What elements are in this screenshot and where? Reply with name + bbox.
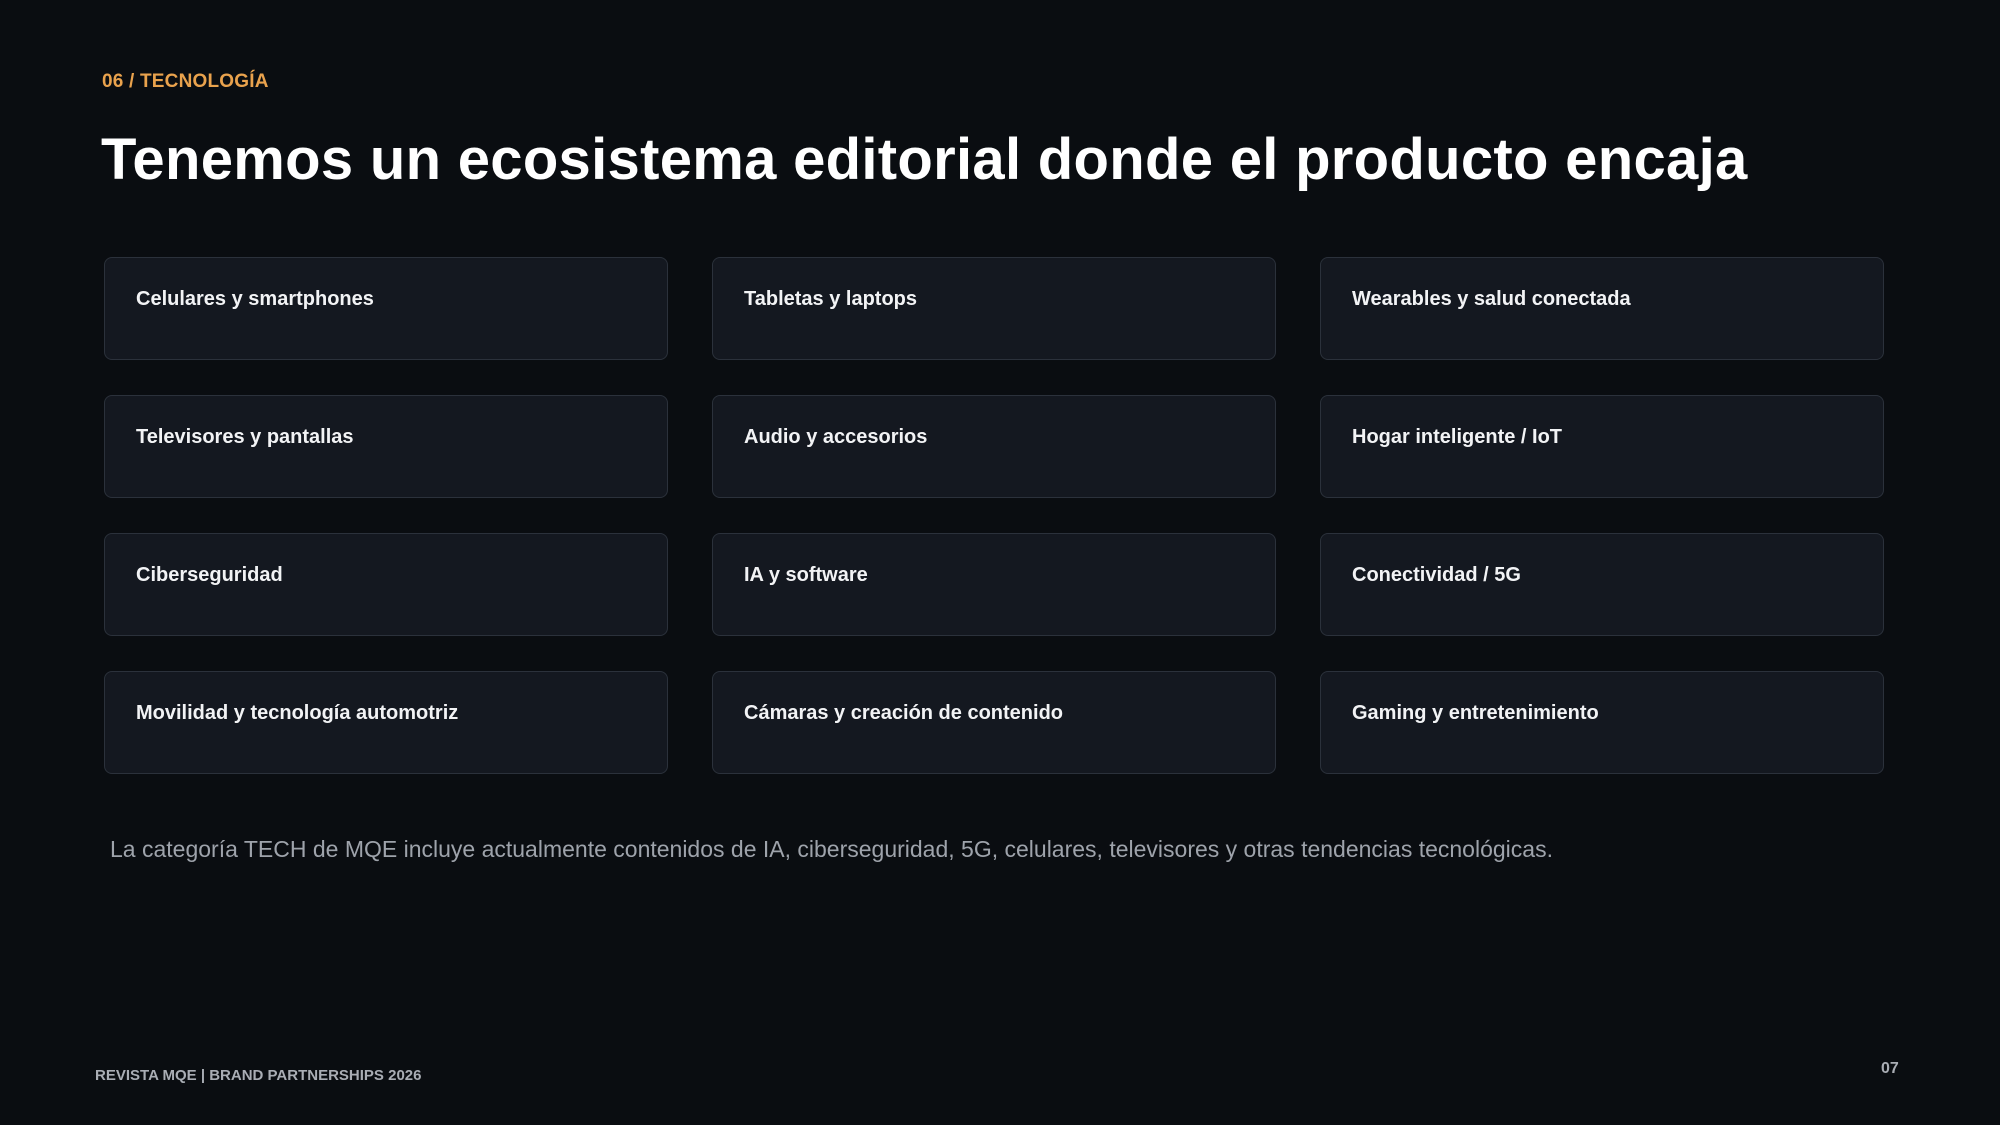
category-label: Audio y accesorios xyxy=(744,426,928,448)
category-card-televisores: Televisores y pantallas xyxy=(104,395,668,498)
category-card-conectividad: Conectividad / 5G xyxy=(1320,533,1884,636)
category-card-audio: Audio y accesorios xyxy=(712,395,1276,498)
slide: 06 / TECNOLOGÍA Tenemos un ecosistema ed… xyxy=(0,0,2000,1125)
category-note: La categoría TECH de MQE incluye actualm… xyxy=(110,836,1553,862)
category-label: Wearables y salud conectada xyxy=(1352,288,1631,310)
category-label: Gaming y entretenimiento xyxy=(1352,702,1599,724)
category-grid: Celulares y smartphones Tabletas y lapto… xyxy=(104,257,1884,774)
category-label: IA y software xyxy=(744,564,868,586)
footer-brand: REVISTA MQE | BRAND PARTNERSHIPS 2026 xyxy=(95,1067,422,1084)
category-card-ia: IA y software xyxy=(712,533,1276,636)
category-card-tabletas: Tabletas y laptops xyxy=(712,257,1276,360)
category-label: Conectividad / 5G xyxy=(1352,564,1521,586)
category-label: Cámaras y creación de contenido xyxy=(744,702,1064,724)
category-label: Celulares y smartphones xyxy=(136,288,374,310)
category-card-gaming: Gaming y entretenimiento xyxy=(1320,671,1884,774)
page-number: 07 xyxy=(1881,1060,1899,1077)
section-eyebrow: 06 / TECNOLOGÍA xyxy=(102,71,269,92)
category-card-wearables: Wearables y salud conectada xyxy=(1320,257,1884,360)
category-label: Movilidad y tecnología automotriz xyxy=(136,702,459,724)
category-card-movilidad: Movilidad y tecnología automotriz xyxy=(104,671,668,774)
category-card-hogar: Hogar inteligente / IoT xyxy=(1320,395,1884,498)
category-label: Hogar inteligente / IoT xyxy=(1352,426,1563,448)
page-title: Tenemos un ecosistema editorial donde el… xyxy=(101,127,1748,192)
category-card-camaras: Cámaras y creación de contenido xyxy=(712,671,1276,774)
category-label: Tabletas y laptops xyxy=(744,288,918,310)
category-card-celulares: Celulares y smartphones xyxy=(104,257,668,360)
category-card-ciberseguridad: Ciberseguridad xyxy=(104,533,668,636)
category-label: Ciberseguridad xyxy=(136,564,283,586)
category-label: Televisores y pantallas xyxy=(136,426,354,448)
